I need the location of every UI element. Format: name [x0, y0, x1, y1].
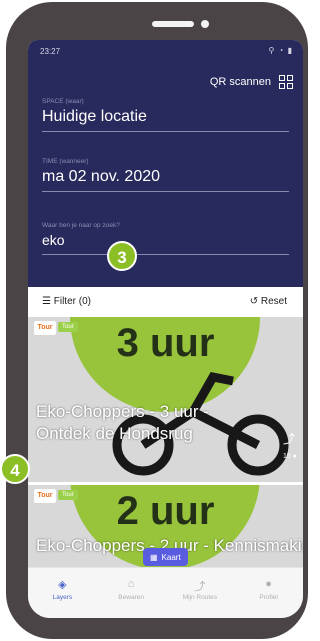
phone-frame: 23:27 ⚲ ◔ ▮ QR scannen SPACE (waar) Huid… [0, 2, 308, 639]
step-badge-4: 4 [0, 454, 30, 484]
search-input-value: eko [42, 232, 65, 248]
card-distance: 15 ● [283, 453, 297, 460]
status-icons: ⚲ ◔ ▮ [268, 46, 293, 55]
search-input[interactable]: Waar ben je naar op zoek? eko [42, 222, 289, 255]
nav-item-mijn-routes[interactable]: ⤴ Mijn Routes [166, 568, 235, 618]
map-toggle-label: Kaart [161, 552, 181, 562]
time-field[interactable]: TIME (wanneer) ma 02 nov. 2020 [42, 158, 289, 192]
reset-icon: ↺ [249, 296, 259, 307]
qr-scan-button[interactable]: QR scannen [210, 72, 293, 92]
route-icon: ⤴ [282, 432, 295, 446]
time-field-label: TIME (wanneer) [42, 158, 89, 165]
route-icon: ⤴ [194, 581, 206, 593]
home-icon: ⌂ [127, 578, 135, 590]
step-badge-3: 3 [107, 241, 137, 271]
nav-item-label: Bewaren [118, 594, 144, 601]
bottom-navigation: ◈ Layers ⌂ Bewaren ⤴ Mijn Routes ● Profi… [28, 567, 303, 618]
qr-scan-label: QR scannen [209, 76, 271, 88]
speaker-grille [152, 21, 194, 27]
search-input-label: Waar ben je naar op zoek? [42, 222, 120, 229]
status-time: 23:27 [40, 47, 61, 56]
reset-label: Reset [260, 296, 287, 307]
nav-item-profiel[interactable]: ● Profiel [234, 568, 303, 618]
nav-item-layers[interactable]: ◈ Layers [28, 568, 97, 618]
card-title: Eko-Choppers - 3 uur - Ontdek de Hondsru… [36, 402, 209, 443]
space-field-value: Huidige locatie [42, 108, 147, 125]
card-type-tag: Tour [58, 322, 78, 332]
route-card[interactable]: 3 uur Tour Tour Eko-Choppers - 3 uur - O… [28, 317, 303, 482]
nav-item-label: Layers [52, 594, 73, 601]
filter-sliders-icon: ☰ [42, 296, 51, 307]
card-type-tag: Tour [58, 490, 78, 500]
layers-icon: ◈ [58, 579, 67, 591]
reset-button[interactable]: ↺ Reset [250, 296, 287, 307]
map-icon: ▦ [150, 552, 158, 562]
nav-item-bewaren[interactable]: ⌂ Bewaren [97, 568, 166, 618]
status-bar: 23:27 ⚲ ◔ ▮ [40, 46, 293, 58]
time-field-value: ma 02 nov. 2020 [42, 168, 161, 185]
qr-code-icon [279, 75, 293, 89]
tour-logo: Tour [34, 321, 56, 335]
filter-button[interactable]: ☰ Filter (0) [42, 296, 91, 307]
front-camera [201, 20, 209, 28]
map-toggle-button[interactable]: ▦ Kaart [143, 548, 188, 566]
filter-bar: ☰ Filter (0) ↺ Reset [28, 287, 303, 317]
tour-logo: Tour [34, 489, 56, 503]
person-icon: ● [265, 578, 272, 590]
search-header: 23:27 ⚲ ◔ ▮ QR scannen SPACE (waar) Huid… [28, 40, 303, 287]
location-pin-icon: ● [292, 453, 297, 460]
nav-item-label: Mijn Routes [182, 594, 218, 601]
nav-item-label: Profiel [259, 594, 278, 601]
space-field-label: SPACE (waar) [42, 98, 84, 105]
app-screen: 23:27 ⚲ ◔ ▮ QR scannen SPACE (waar) Huid… [28, 40, 303, 618]
filter-label: Filter (0) [53, 296, 91, 307]
distance-value: 15 [283, 453, 291, 460]
space-field[interactable]: SPACE (waar) Huidige locatie [42, 98, 289, 132]
